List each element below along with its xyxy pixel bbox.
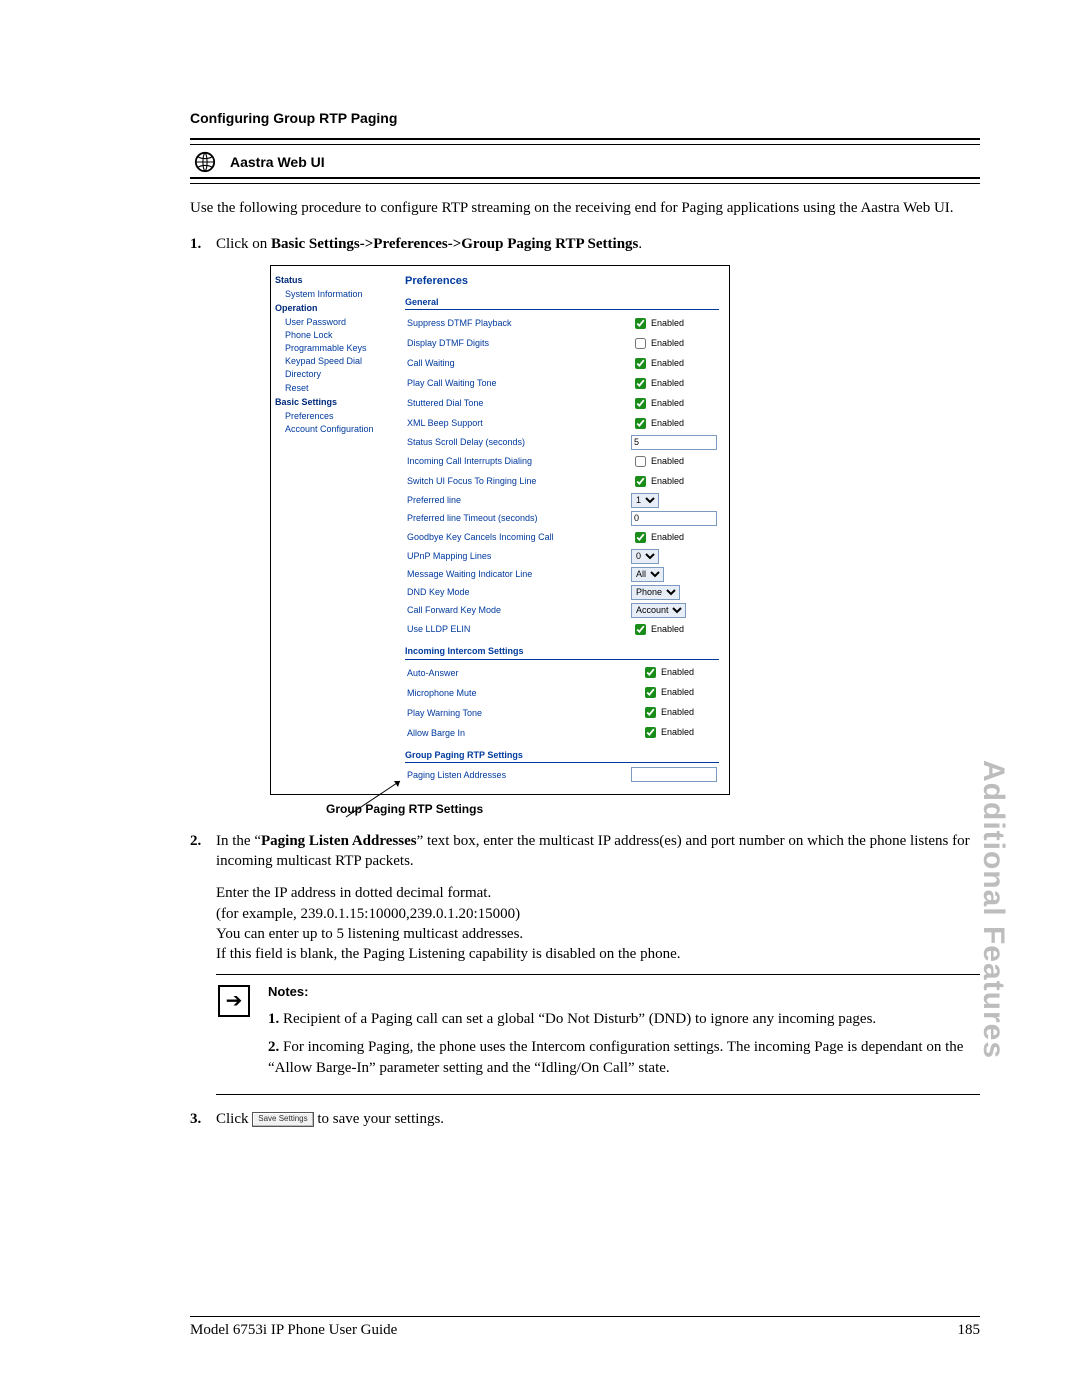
- sidebar-item[interactable]: Programmable Keys: [285, 342, 391, 354]
- sidebar-item[interactable]: Account Configuration: [285, 423, 391, 435]
- setting-label: Stuttered Dial Tone: [405, 393, 629, 413]
- enabled-checkbox[interactable]: [635, 318, 646, 329]
- enabled-label: Enabled: [661, 667, 694, 677]
- sidebar-group-header: Basic Settings: [275, 396, 391, 408]
- notes-label: Notes:: [268, 983, 978, 1001]
- rule-bottom: [190, 177, 980, 184]
- web-ui-label: Aastra Web UI: [230, 154, 325, 170]
- enabled-label: Enabled: [651, 378, 684, 388]
- enabled-label: Enabled: [651, 418, 684, 428]
- setting-label: Play Call Waiting Tone: [405, 373, 629, 393]
- arrow-right-icon: ➔: [218, 985, 250, 1017]
- enabled-checkbox[interactable]: [635, 398, 646, 409]
- setting-label: Incoming Call Interrupts Dialing: [405, 451, 629, 471]
- figure-caption: Group Paging RTP Settings: [326, 801, 980, 817]
- sidebar-group-header: Status: [275, 274, 391, 286]
- enabled-checkbox[interactable]: [645, 667, 656, 678]
- setting-label: XML Beep Support: [405, 413, 629, 433]
- setting-select[interactable]: 1: [631, 493, 659, 508]
- screenshot-main: Preferences General Suppress DTMF Playba…: [395, 266, 729, 794]
- step-1: 1. Click on Basic Settings->Preferences-…: [190, 234, 980, 817]
- setting-select[interactable]: All: [631, 567, 664, 582]
- setting-select[interactable]: Account: [631, 603, 686, 618]
- enabled-checkbox[interactable]: [635, 476, 646, 487]
- sidebar-item[interactable]: Keypad Speed Dial: [285, 355, 391, 367]
- preferences-screenshot: Status System Information Operation User Pa…: [270, 265, 730, 795]
- enabled-label: Enabled: [651, 624, 684, 634]
- setting-label: UPnP Mapping Lines: [405, 547, 629, 565]
- enabled-checkbox[interactable]: [635, 624, 646, 635]
- paging-header: Group Paging RTP Settings: [405, 749, 719, 763]
- setting-text-input[interactable]: [631, 767, 717, 782]
- setting-label: Goodbye Key Cancels Incoming Call: [405, 527, 629, 547]
- footer-left: Model 6753i IP Phone User Guide: [190, 1322, 397, 1339]
- step-3: 3. Click Save Settings to save your sett…: [190, 1109, 980, 1129]
- sidebar-item[interactable]: User Password: [285, 316, 391, 328]
- enabled-checkbox[interactable]: [645, 687, 656, 698]
- setting-text-input[interactable]: [631, 511, 717, 526]
- section-title: Configuring Group RTP Paging: [190, 110, 980, 126]
- screenshot-title: Preferences: [405, 274, 719, 289]
- setting-select[interactable]: Phone: [631, 585, 680, 600]
- setting-label: Preferred line: [405, 491, 629, 509]
- enabled-label: Enabled: [651, 358, 684, 368]
- globe-icon: [194, 151, 216, 173]
- enabled-label: Enabled: [651, 318, 684, 328]
- enabled-checkbox[interactable]: [635, 378, 646, 389]
- setting-label: Call Forward Key Mode: [405, 601, 629, 619]
- side-tab-label: Additional Features: [976, 760, 1010, 1059]
- enabled-label: Enabled: [651, 398, 684, 408]
- enabled-label: Enabled: [661, 707, 694, 717]
- enabled-checkbox[interactable]: [635, 418, 646, 429]
- sidebar-item[interactable]: Reset: [285, 382, 391, 394]
- footer-page-number: 185: [958, 1322, 981, 1339]
- setting-text-input[interactable]: [631, 435, 717, 450]
- setting-label: Preferred line Timeout (seconds): [405, 509, 629, 527]
- sidebar-item[interactable]: Preferences: [285, 410, 391, 422]
- enabled-label: Enabled: [661, 727, 694, 737]
- screenshot-sidebar: Status System Information Operation User Pa…: [271, 266, 395, 794]
- setting-label: Status Scroll Delay (seconds): [405, 433, 629, 451]
- step-2: 2. In the “Paging Listen Addresses” text…: [190, 831, 980, 1095]
- general-header: General: [405, 296, 719, 310]
- setting-label: Switch UI Focus To Ringing Line: [405, 471, 629, 491]
- enabled-label: Enabled: [661, 687, 694, 697]
- enabled-checkbox[interactable]: [635, 532, 646, 543]
- intercom-header: Incoming Intercom Settings: [405, 645, 719, 659]
- setting-label: Microphone Mute: [405, 683, 639, 703]
- enabled-checkbox[interactable]: [635, 456, 646, 467]
- enabled-label: Enabled: [651, 338, 684, 348]
- intro-paragraph: Use the following procedure to configure…: [190, 198, 980, 218]
- enabled-label: Enabled: [651, 532, 684, 542]
- enabled-checkbox[interactable]: [645, 727, 656, 738]
- setting-label: Suppress DTMF Playback: [405, 313, 629, 333]
- save-settings-button[interactable]: Save Settings: [252, 1112, 313, 1127]
- footer-rule: [190, 1316, 980, 1317]
- setting-label: Call Waiting: [405, 353, 629, 373]
- sidebar-item[interactable]: Directory: [285, 368, 391, 380]
- setting-label: Auto-Answer: [405, 663, 639, 683]
- setting-label: Use LLDP ELIN: [405, 619, 629, 639]
- enabled-label: Enabled: [651, 476, 684, 486]
- setting-label: Paging Listen Addresses: [405, 766, 629, 784]
- setting-label: Message Waiting Indicator Line: [405, 565, 629, 583]
- enabled-checkbox[interactable]: [635, 358, 646, 369]
- rule-top: [190, 138, 980, 145]
- setting-label: Display DTMF Digits: [405, 333, 629, 353]
- sidebar-group-header: Operation: [275, 302, 391, 314]
- sidebar-item[interactable]: System Information: [285, 288, 391, 300]
- enabled-checkbox[interactable]: [645, 707, 656, 718]
- setting-label: Allow Barge In: [405, 723, 639, 743]
- enabled-label: Enabled: [651, 456, 684, 466]
- setting-label: Play Warning Tone: [405, 703, 639, 723]
- setting-label: DND Key Mode: [405, 583, 629, 601]
- sidebar-item[interactable]: Phone Lock: [285, 329, 391, 341]
- enabled-checkbox[interactable]: [635, 338, 646, 349]
- setting-select[interactable]: 0: [631, 549, 659, 564]
